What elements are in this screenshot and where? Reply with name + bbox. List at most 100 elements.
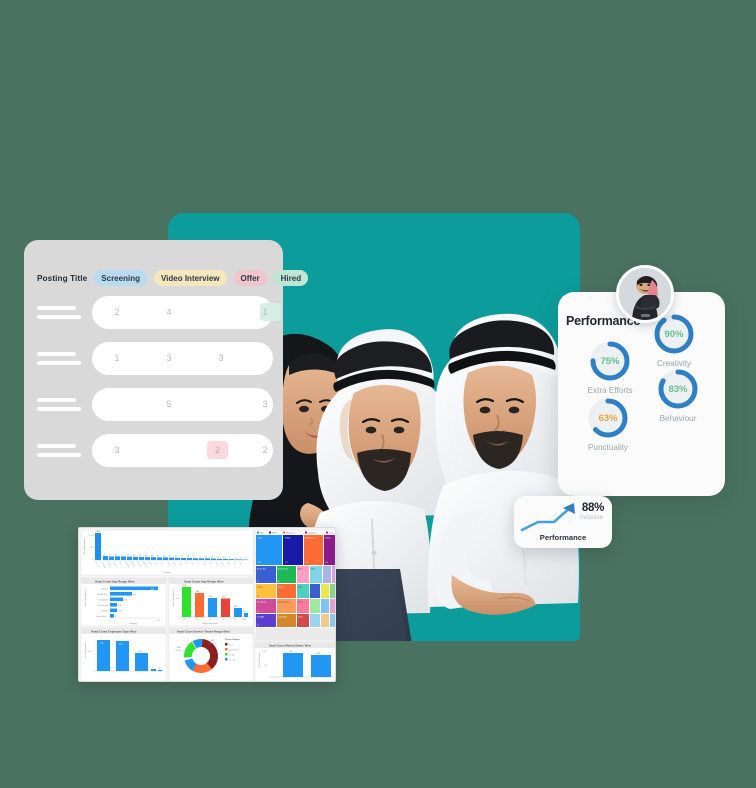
svg-text:117: 117 [285, 562, 288, 564]
svg-text:39: 39 [157, 555, 159, 557]
svg-text:6 - 10: 6 - 10 [229, 654, 234, 656]
svg-text:Carp...: Carp... [329, 532, 335, 534]
svg-text:27: 27 [175, 556, 177, 558]
cell-hired: 1 [262, 307, 268, 317]
svg-text:1,000: 1,000 [156, 620, 161, 622]
cell-offer: 3 [218, 353, 224, 363]
bi-head-count-dashboard[interactable]: 1,200 600 0 No. of Employees 1150 73 52 … [78, 527, 336, 682]
svg-text:Warehouse: Warehouse [305, 538, 316, 540]
svg-text:1150: 1150 [96, 531, 100, 533]
column-header-video-interview[interactable]: Video Interview [153, 270, 227, 286]
svg-text:39: 39 [151, 555, 153, 557]
column-header-screening[interactable]: Screening [94, 270, 147, 286]
table-row[interactable]: 5 3 [24, 388, 283, 421]
svg-text:11 - 15: 11 - 15 [229, 659, 235, 661]
svg-text:265: 265 [222, 597, 225, 599]
svg-text:No. of Employees: No. of Employees [259, 651, 261, 667]
cell-offer-highlight: 2 [207, 441, 228, 459]
svg-text:31-: 31- [209, 619, 212, 621]
svg-text:115: 115 [305, 562, 308, 564]
svg-text:<25: <25 [183, 618, 186, 621]
performance-increase-badge: 88% Increase Performance [514, 496, 612, 548]
svg-text:154: 154 [258, 562, 261, 564]
cell-offer [202, 388, 240, 421]
recruitment-pipeline-card: Posting Title Screening Video Interview … [24, 240, 309, 500]
svg-text:19: 19 [205, 556, 207, 558]
row-stage-track: 2 4 1 [92, 296, 281, 329]
cell-screening: 2 [114, 307, 120, 317]
svg-text:Student: Student [101, 610, 108, 613]
svg-text:46: 46 [243, 619, 245, 621]
svg-text:Upholstery: Upholstery [308, 531, 317, 534]
svg-text:Senior Man...: Senior Man... [96, 616, 108, 618]
svg-text:Location: Location [163, 571, 171, 574]
column-header-posting-title: Posting Title [37, 273, 88, 283]
svg-text:Tenure Ranges: Tenure Ranges [225, 638, 241, 641]
column-header-offer[interactable]: Offer [233, 270, 267, 286]
svg-text:1,000: 1,000 [262, 651, 267, 653]
svg-text:Cable Adm..: Cable Adm.. [278, 616, 288, 619]
row-stage-track: 5 3 [92, 388, 273, 421]
svg-text:62: 62 [115, 554, 117, 556]
svg-text:No. of Employees: No. of Employees [84, 538, 86, 554]
svg-text:Achievement: Achievement [278, 568, 288, 571]
svg-text:Less than 1...: Less than 1... [229, 648, 241, 651]
svg-text:61: 61 [121, 554, 123, 556]
badge-percent: 88% [581, 502, 604, 514]
svg-text:23: 23 [187, 556, 189, 558]
metric-label-behaviour: Behaviour [659, 414, 697, 423]
avatar[interactable] [616, 265, 674, 323]
svg-text:Polish: Polish [285, 538, 290, 540]
svg-text:Sec m..: Sec m.. [298, 602, 304, 604]
row-stage-track: 1 3 3 [92, 342, 273, 375]
svg-text:132: 132 [234, 606, 237, 608]
svg-text:48: 48 [257, 596, 259, 598]
svg-text:14: 14 [217, 557, 219, 559]
svg-text:384: 384 [196, 591, 199, 593]
svg-text:43: 43 [145, 555, 147, 557]
svg-text:500: 500 [264, 665, 267, 667]
table-row[interactable]: 3 2 2 [24, 434, 283, 467]
row-posting-title-placeholder [37, 352, 81, 365]
svg-text:73: 73 [103, 554, 105, 556]
svg-text:Head Count Employee Type Wise: Head Count Employee Type Wise [91, 629, 137, 633]
metric-ring-extra-efforts: 75% Extra Efforts [588, 339, 632, 395]
svg-text:34: 34 [163, 555, 165, 557]
svg-text:30: 30 [169, 556, 171, 558]
svg-text:7: 7 [229, 557, 230, 559]
metric-value-behaviour: 83% [668, 383, 688, 395]
svg-text:1,200: 1,200 [89, 535, 95, 537]
svg-text:22: 22 [199, 556, 201, 558]
svg-text:Sites: Sites [258, 537, 262, 540]
svg-text:62: 62 [257, 581, 259, 583]
column-header-hired[interactable]: Hired [273, 270, 309, 286]
svg-text:Age Range Num: Age Range Num [203, 622, 218, 625]
svg-text:300: 300 [176, 598, 179, 600]
table-row[interactable]: 2 4 1 [24, 296, 283, 329]
svg-text:561: 561 [183, 585, 186, 587]
svg-text:22: 22 [193, 556, 195, 558]
svg-text:61: 61 [278, 581, 280, 583]
svg-text:Head Count Service Tenure Rang: Head Count Service Tenure Range Wise [177, 629, 230, 633]
metric-ring-punctuality: 63% Punctuality [586, 396, 630, 452]
cell-screening [98, 388, 136, 421]
cell-video-interview: 5 [166, 399, 172, 409]
svg-text:16: 16 [211, 557, 213, 559]
svg-text:Finance: Finance [278, 587, 284, 589]
svg-text:41-: 41- [234, 619, 237, 621]
svg-text:101: 101 [325, 562, 328, 564]
svg-text:30: 30 [257, 625, 259, 627]
svg-text:Transportation: Transportation [278, 601, 289, 604]
svg-text:Professional: Professional [97, 605, 109, 607]
cell-screening: 1 [114, 353, 120, 363]
metric-label-punctuality: Punctuality [587, 443, 629, 452]
badge-label: Performance [539, 533, 587, 542]
cell-hired [250, 342, 280, 375]
svg-text:Branch Mn...: Branch Mn... [257, 568, 267, 571]
svg-text:Evening Ind..: Evening Ind.. [257, 602, 267, 604]
svg-text:27: 27 [181, 556, 183, 558]
metric-ring-behaviour: 83% Behaviour [656, 367, 700, 423]
table-row[interactable]: 1 3 3 [24, 342, 283, 375]
svg-text:Category: Category [129, 622, 137, 625]
svg-text:Worker: Worker [102, 589, 109, 591]
